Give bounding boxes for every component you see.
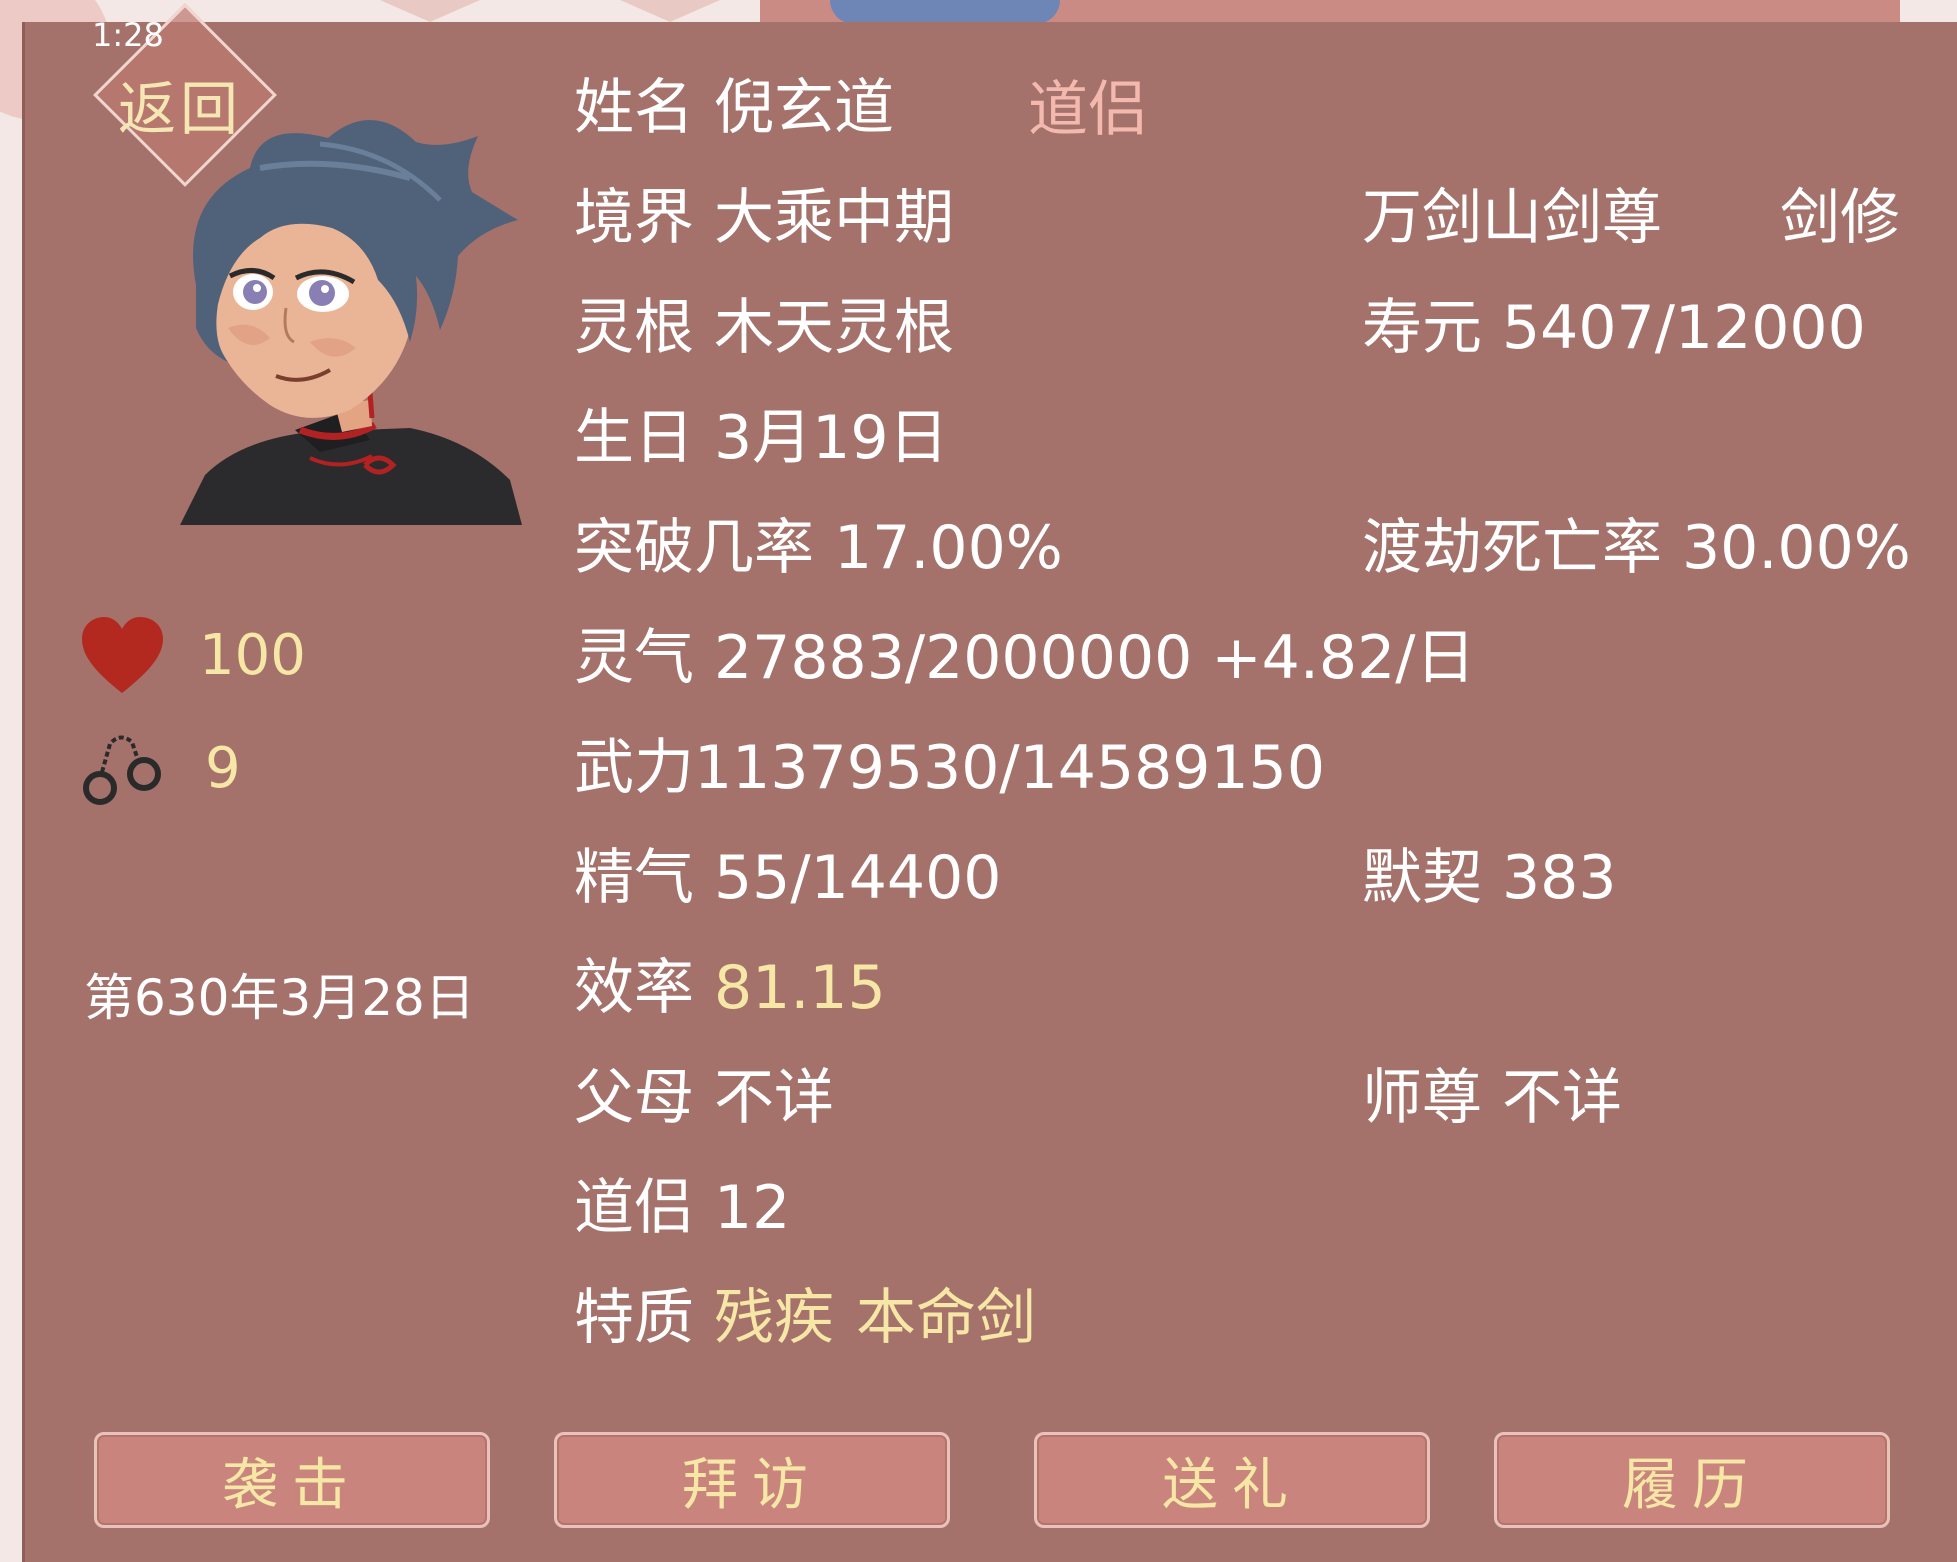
lifespan-value: 5407/12000 bbox=[1502, 293, 1866, 363]
name-value: 倪玄道 bbox=[714, 73, 894, 143]
traits-label: 特质 bbox=[574, 1283, 694, 1353]
spirit-root-value: 木天灵根 bbox=[714, 293, 954, 363]
essence-row: 精气 55/14400 bbox=[574, 848, 1001, 908]
essence-label: 精气 bbox=[574, 843, 694, 913]
visit-button[interactable]: 拜访 bbox=[554, 1432, 950, 1528]
partner-label: 道侣 bbox=[574, 1173, 694, 1243]
back-button-label: 返回 bbox=[117, 75, 242, 143]
parents-value: 不详 bbox=[714, 1063, 834, 1133]
realm-label: 境界 bbox=[574, 183, 694, 253]
master-row: 师尊 不详 bbox=[1362, 1068, 1622, 1128]
rapport-row: 默契 383 bbox=[1362, 848, 1617, 908]
essence-value: 55/14400 bbox=[714, 843, 1002, 913]
name-label: 姓名 bbox=[574, 73, 694, 143]
lifespan-row: 寿元 5407/12000 bbox=[1362, 298, 1866, 358]
traits-row: 特质 残疾 本命剑 bbox=[574, 1288, 1036, 1348]
decor-triangle bbox=[620, 0, 720, 22]
game-date: 第630年3月28日 bbox=[84, 969, 475, 1027]
captivity-value: 9 bbox=[205, 735, 241, 801]
qi-value: 27883/2000000 +4.82/日 bbox=[714, 623, 1476, 693]
birthday-value: 3月19日 bbox=[714, 403, 949, 473]
qi-row: 灵气 27883/2000000 +4.82/日 bbox=[574, 628, 1475, 688]
captivity-stat: 9 bbox=[80, 726, 241, 810]
decor-triangle bbox=[380, 0, 480, 22]
name-row: 姓名 倪玄道 bbox=[574, 78, 894, 138]
history-button[interactable]: 履历 bbox=[1494, 1432, 1890, 1528]
trait-item[interactable]: 残疾 bbox=[714, 1283, 834, 1353]
rapport-value: 383 bbox=[1502, 843, 1617, 913]
decor-background-character bbox=[830, 0, 1060, 24]
tribulation-value: 30.00% bbox=[1682, 513, 1911, 583]
breakthrough-row: 突破几率 17.00% bbox=[574, 518, 1063, 578]
realm-value: 大乘中期 bbox=[714, 183, 954, 253]
spirit-root-row: 灵根 木天灵根 bbox=[574, 298, 954, 358]
affection-stat: 100 bbox=[80, 615, 306, 695]
rapport-label: 默契 bbox=[1362, 843, 1482, 913]
efficiency-row: 效率 81.15 bbox=[574, 958, 886, 1018]
tribulation-label: 渡劫死亡率 bbox=[1362, 513, 1662, 583]
birthday-label: 生日 bbox=[574, 403, 694, 473]
parents-row: 父母 不详 bbox=[574, 1068, 834, 1128]
gift-button[interactable]: 送礼 bbox=[1034, 1432, 1430, 1528]
status-bar-time: 1:28 bbox=[92, 16, 164, 54]
qi-label: 灵气 bbox=[574, 623, 694, 693]
partner-value: 12 bbox=[714, 1173, 791, 1243]
spirit-root-label: 灵根 bbox=[574, 293, 694, 363]
heart-icon bbox=[82, 617, 163, 693]
realm-row: 境界 大乘中期 bbox=[574, 188, 954, 248]
master-label: 师尊 bbox=[1362, 1063, 1482, 1133]
birthday-row: 生日 3月19日 bbox=[574, 408, 949, 468]
breakthrough-label: 突破几率 bbox=[574, 513, 814, 583]
handcuffs-icon bbox=[83, 735, 161, 805]
parents-label: 父母 bbox=[574, 1063, 694, 1133]
trait-item[interactable]: 本命剑 bbox=[856, 1283, 1036, 1353]
partner-row: 道侣 12 bbox=[574, 1178, 790, 1238]
lifespan-label: 寿元 bbox=[1362, 293, 1482, 363]
force-row: 武力11379530/14589150 bbox=[574, 733, 1325, 803]
relation-tag: 道侣 bbox=[1028, 75, 1148, 145]
sect-title: 万剑山剑尊 bbox=[1362, 183, 1662, 253]
master-value: 不详 bbox=[1502, 1063, 1622, 1133]
efficiency-label: 效率 bbox=[574, 953, 694, 1023]
tribulation-row: 渡劫死亡率 30.00% bbox=[1362, 518, 1911, 578]
affection-value: 100 bbox=[199, 622, 306, 688]
attack-button[interactable]: 袭击 bbox=[94, 1432, 490, 1528]
efficiency-value: 81.15 bbox=[714, 953, 886, 1023]
profession: 剑修 bbox=[1780, 183, 1900, 253]
breakthrough-value: 17.00% bbox=[834, 513, 1063, 583]
